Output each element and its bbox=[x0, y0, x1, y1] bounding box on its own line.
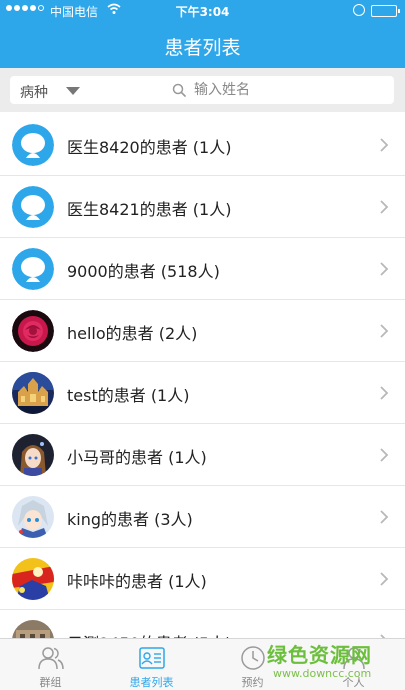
list-item[interactable]: 9000的患者 (518人) bbox=[0, 238, 405, 300]
tab-profile-label: 个人 bbox=[342, 676, 365, 689]
list-item-label: 医生8420的患者 (1人) bbox=[67, 138, 232, 157]
status-bar: 中国电信 下午3:04 bbox=[0, 0, 405, 22]
clock-time: 下午3:04 bbox=[175, 5, 230, 19]
list-item-label: 9000的患者 (518人) bbox=[67, 262, 220, 281]
person-icon bbox=[343, 647, 365, 670]
chevron-right-icon bbox=[380, 324, 389, 338]
list-item-label: 小马哥的患者 (1人) bbox=[67, 448, 207, 467]
chevron-right-icon bbox=[380, 200, 389, 214]
search-bar: 病种 bbox=[0, 68, 405, 112]
default-avatar-icon bbox=[12, 124, 54, 166]
clock-icon bbox=[241, 646, 265, 670]
list-item[interactable]: 咔咔咔的患者 (1人) bbox=[0, 548, 405, 610]
tab-appointment[interactable]: 预约 bbox=[202, 639, 303, 690]
cartoon-photo bbox=[12, 558, 54, 600]
patient-card-icon bbox=[139, 647, 165, 669]
default-avatar-icon bbox=[12, 248, 54, 290]
search-icon bbox=[172, 83, 186, 97]
anime-character-photo bbox=[12, 496, 54, 538]
chevron-right-icon bbox=[380, 262, 389, 276]
search-box: 病种 bbox=[10, 76, 394, 104]
tab-patient-list-label: 患者列表 bbox=[129, 676, 174, 689]
battery-icon bbox=[371, 5, 400, 17]
caret-down-icon bbox=[66, 87, 80, 95]
list-item[interactable]: 云测2450的患者 (5人) bbox=[0, 610, 405, 638]
tab-group-label: 群组 bbox=[39, 676, 62, 689]
list-item-label: 医生8421的患者 (1人) bbox=[67, 200, 232, 219]
tab-profile[interactable]: 个人 bbox=[303, 639, 404, 690]
patient-list: 医生8420的患者 (1人) 医生8421的患者 (1人) 9000的患者 (5… bbox=[0, 114, 405, 638]
list-item[interactable]: test的患者 (1人) bbox=[0, 362, 405, 424]
tab-patient-list[interactable]: 患者列表 bbox=[101, 639, 202, 690]
list-item-label: 咔咔咔的患者 (1人) bbox=[67, 572, 207, 591]
tab-appointment-label: 预约 bbox=[241, 676, 264, 689]
search-input[interactable] bbox=[194, 79, 384, 101]
chevron-right-icon bbox=[380, 448, 389, 462]
list-item-label: 云测2450的患者 (5人) bbox=[67, 630, 231, 638]
nav-bar: 患者列表 bbox=[0, 22, 405, 68]
rose-photo bbox=[12, 310, 54, 352]
list-item[interactable]: 小马哥的患者 (1人) bbox=[0, 424, 405, 486]
disease-filter-dropdown[interactable]: 病种 bbox=[10, 76, 90, 104]
chevron-right-icon bbox=[380, 386, 389, 400]
building-photo bbox=[12, 620, 54, 638]
list-item[interactable]: 医生8421的患者 (1人) bbox=[0, 176, 405, 238]
default-avatar-icon bbox=[12, 186, 54, 228]
list-item-label: test的患者 (1人) bbox=[67, 386, 190, 405]
list-item[interactable]: king的患者 (3人) bbox=[0, 486, 405, 548]
tab-group[interactable]: 群组 bbox=[0, 639, 101, 690]
list-item[interactable]: hello的患者 (2人) bbox=[0, 300, 405, 362]
disease-filter-label: 病种 bbox=[20, 85, 48, 101]
chevron-right-icon bbox=[380, 138, 389, 152]
night-building-photo bbox=[12, 372, 54, 414]
chevron-right-icon bbox=[380, 572, 389, 586]
group-icon bbox=[38, 647, 64, 670]
page-title: 患者列表 bbox=[164, 37, 241, 59]
list-item-label: hello的患者 (2人) bbox=[67, 324, 198, 343]
list-item[interactable]: 医生8420的患者 (1人) bbox=[0, 114, 405, 176]
anime-girl-photo bbox=[12, 434, 54, 476]
chevron-right-icon bbox=[380, 510, 389, 524]
rotation-lock-icon bbox=[353, 4, 365, 16]
tab-bar: 群组 患者列表 预约 个人 bbox=[0, 638, 405, 690]
list-item-label: king的患者 (3人) bbox=[67, 510, 193, 529]
